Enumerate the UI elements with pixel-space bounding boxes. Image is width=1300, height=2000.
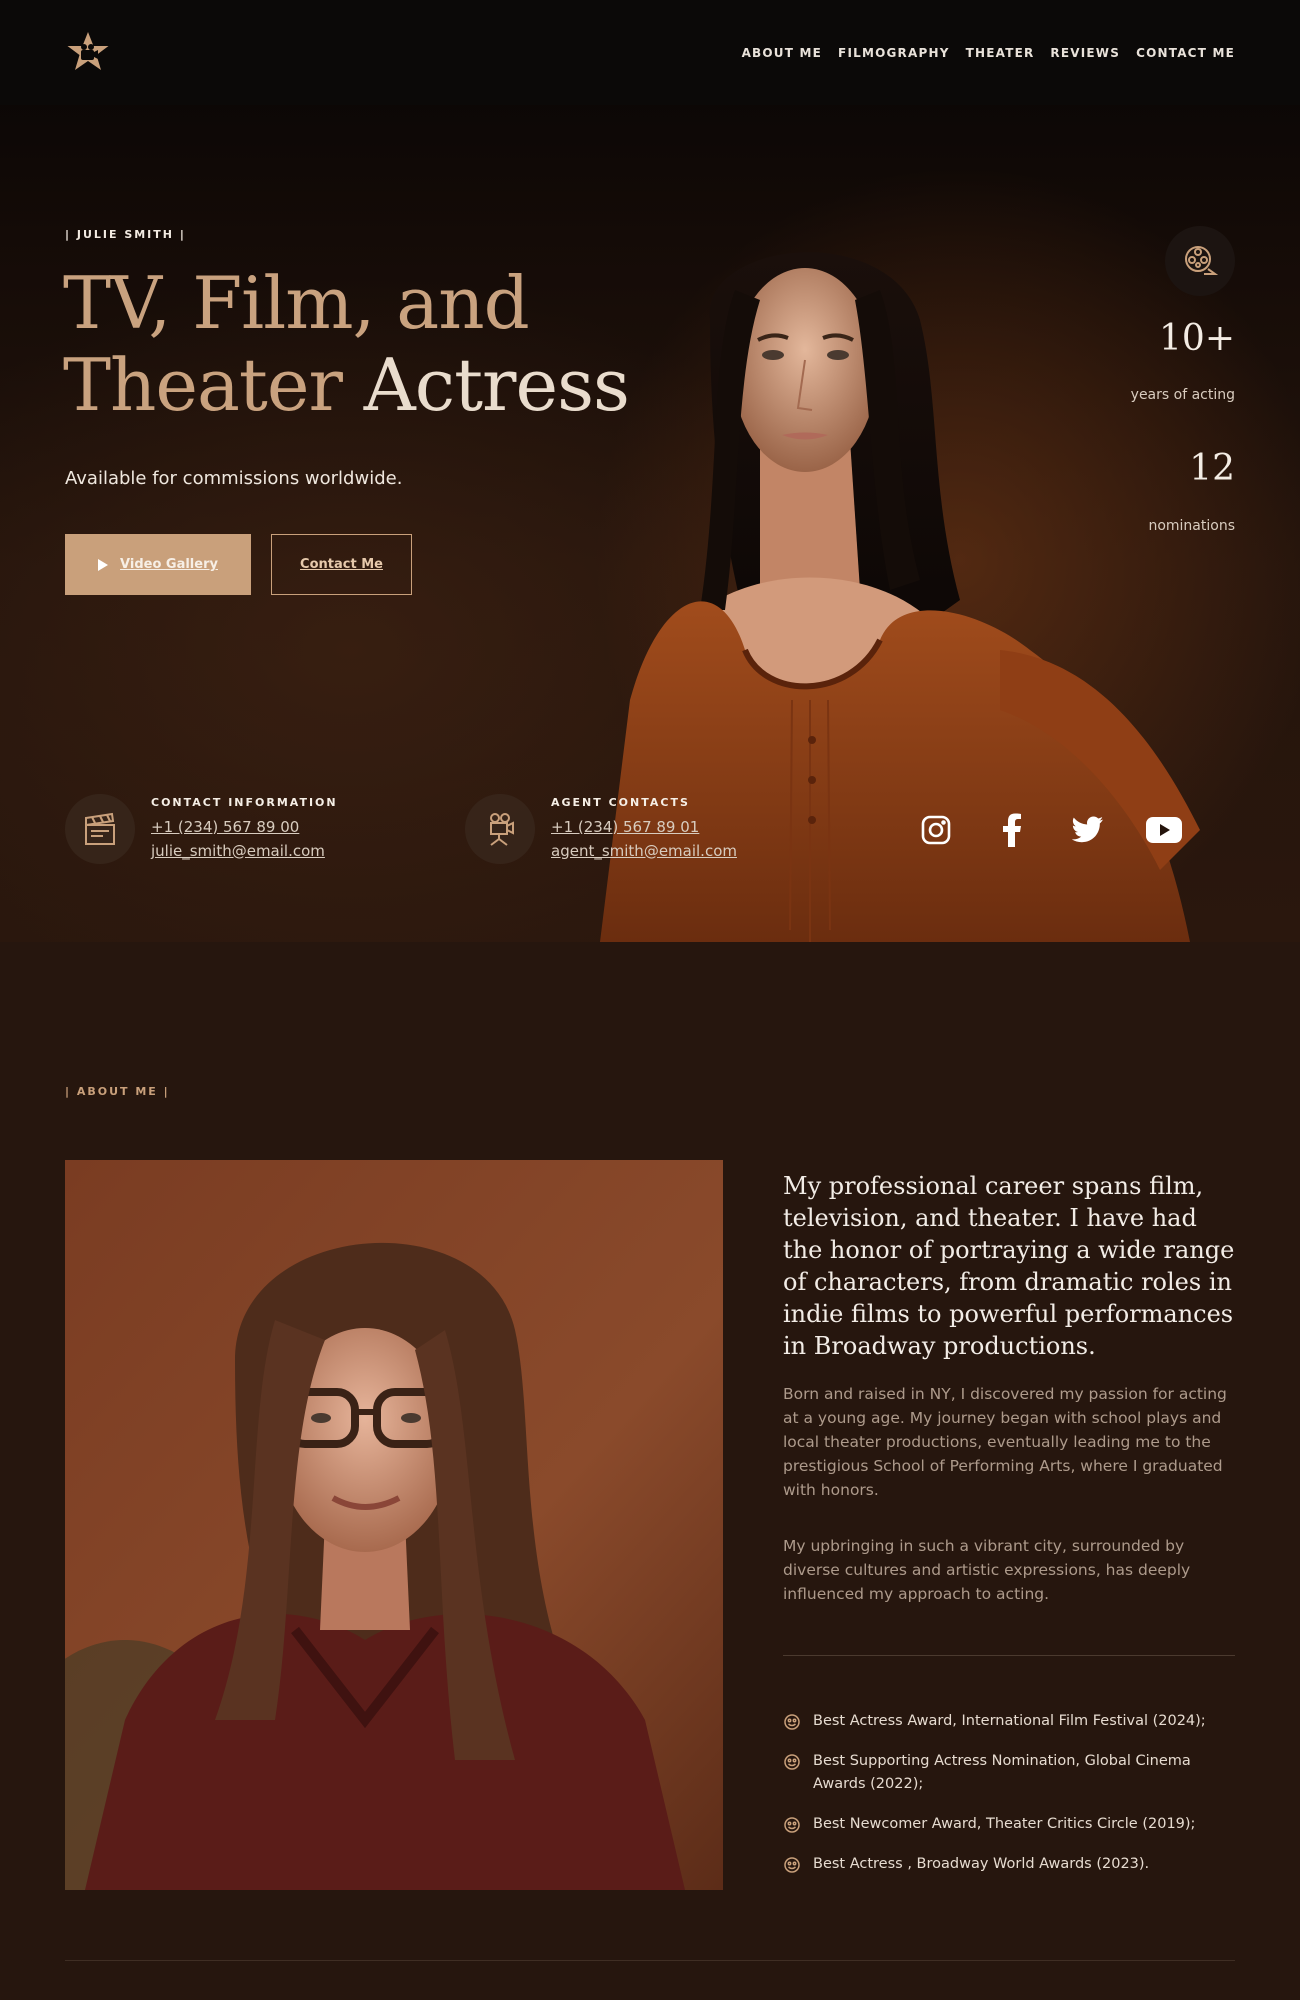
film-reel-icon xyxy=(1185,246,1218,275)
headline-line-2b: Actress xyxy=(363,343,630,427)
stat-nominations-value: 12 xyxy=(1189,448,1235,489)
award-item: Best Supporting Actress Nomination, Glob… xyxy=(783,1750,1235,1796)
nav-about-me[interactable]: ABOUT ME xyxy=(742,46,822,60)
twitter-icon[interactable] xyxy=(1070,812,1106,848)
clapperboard-icon xyxy=(85,812,115,845)
top-navbar: ABOUT ME FILMOGRAPHY THEATER REVIEWS CON… xyxy=(0,0,1300,105)
hero-tagline: Available for commissions worldwide. xyxy=(65,468,403,489)
contact-phone-link[interactable]: +1 (234) 567 89 00 xyxy=(151,815,338,839)
section-divider xyxy=(65,1960,1235,1961)
hero-section: ABOUT ME FILMOGRAPHY THEATER REVIEWS CON… xyxy=(0,0,1300,942)
social-links xyxy=(918,812,1182,848)
contact-email-link[interactable]: julie_smith@email.com xyxy=(151,839,338,863)
theater-masks-icon xyxy=(784,1857,800,1873)
awards-list: Best Actress Award, International Film F… xyxy=(783,1710,1235,1893)
headline-line-2a: Theater xyxy=(63,343,343,427)
contact-information: CONTACT INFORMATION +1 (234) 567 89 00 j… xyxy=(65,794,338,864)
about-eyebrow: | ABOUT ME | xyxy=(65,1085,170,1098)
theater-masks-icon xyxy=(784,1817,800,1833)
about-paragraph-1: Born and raised in NY, I discovered my p… xyxy=(783,1385,1227,1499)
play-icon xyxy=(98,558,109,571)
main-nav: ABOUT ME FILMOGRAPHY THEATER REVIEWS CON… xyxy=(742,46,1235,60)
agent-title: AGENT CONTACTS xyxy=(551,795,690,809)
nav-filmography[interactable]: FILMOGRAPHY xyxy=(838,46,950,60)
nav-theater[interactable]: THEATER xyxy=(966,46,1035,60)
agent-email-link[interactable]: agent_smith@email.com xyxy=(551,839,737,863)
facebook-icon[interactable] xyxy=(994,812,1030,848)
video-gallery-button[interactable]: Video Gallery xyxy=(65,534,251,595)
award-text: Best Actress Award, International Film F… xyxy=(813,1713,1206,1729)
nav-contact-me[interactable]: CONTACT ME xyxy=(1136,46,1235,60)
hero-eyebrow: | JULIE SMITH | xyxy=(65,228,186,241)
contact-me-button[interactable]: Contact Me xyxy=(271,534,412,595)
award-text: Best Actress , Broadway World Awards (20… xyxy=(813,1856,1150,1872)
award-item: Best Actress , Broadway World Awards (20… xyxy=(783,1853,1235,1876)
stat-nominations-label: nominations xyxy=(1148,518,1235,534)
stats-badge xyxy=(1165,226,1235,296)
stat-years-label: years of acting xyxy=(1130,387,1235,403)
theater-masks-icon xyxy=(784,1754,800,1770)
award-item: Best Actress Award, International Film F… xyxy=(783,1710,1235,1733)
about-paragraph-2: My upbringing in such a vibrant city, su… xyxy=(783,1537,1191,1603)
nav-reviews[interactable]: REVIEWS xyxy=(1050,46,1120,60)
award-text: Best Newcomer Award, Theater Critics Cir… xyxy=(813,1816,1196,1832)
stat-years-value: 10+ xyxy=(1159,318,1235,359)
award-text: Best Supporting Actress Nomination, Glob… xyxy=(813,1753,1191,1792)
agent-contacts: AGENT CONTACTS +1 (234) 567 89 01 agent_… xyxy=(465,794,737,864)
agent-phone-link[interactable]: +1 (234) 567 89 01 xyxy=(551,815,737,839)
movie-camera-icon xyxy=(490,813,514,846)
hero-headline: TV, Film, and Theater Actress xyxy=(63,262,683,426)
award-item: Best Newcomer Award, Theater Critics Cir… xyxy=(783,1813,1235,1836)
video-gallery-label: Video Gallery xyxy=(120,557,218,572)
headline-line-1: TV, Film, and xyxy=(63,261,530,345)
star-camera-logo-icon[interactable] xyxy=(65,30,111,76)
theater-masks-icon xyxy=(784,1714,800,1730)
about-portrait-image xyxy=(65,1160,723,1890)
instagram-icon[interactable] xyxy=(918,812,954,848)
youtube-icon[interactable] xyxy=(1146,812,1182,848)
about-lead: My professional career spans film, telev… xyxy=(783,1172,1235,1360)
about-divider xyxy=(783,1655,1235,1656)
contact-title: CONTACT INFORMATION xyxy=(151,795,338,809)
